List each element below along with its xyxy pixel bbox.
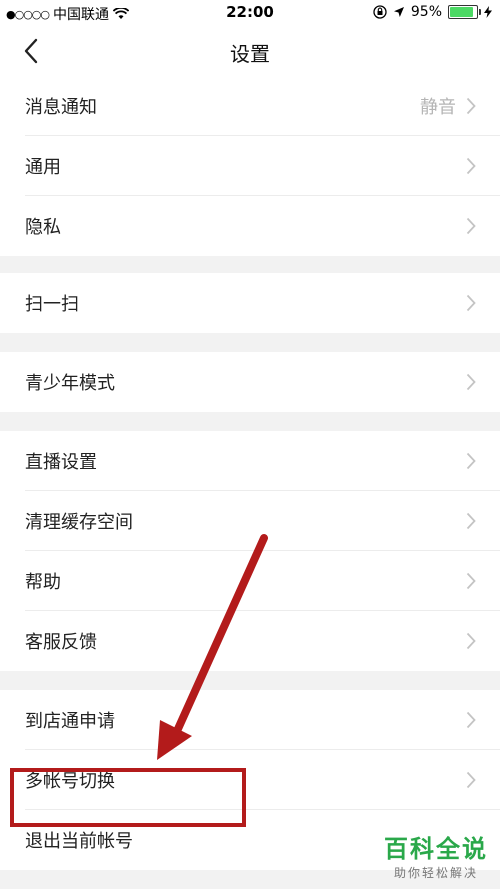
settings-item-label: 隐私	[25, 217, 61, 238]
settings-item-label: 通用	[25, 157, 61, 178]
annotation-highlight-box	[10, 768, 246, 827]
settings-item-label: 客服反馈	[25, 632, 97, 653]
settings-item-feedback[interactable]: 客服反馈	[0, 611, 500, 671]
settings-item-label: 清理缓存空间	[25, 512, 133, 533]
chevron-right-icon	[466, 97, 476, 115]
settings-item-teen-mode[interactable]: 青少年模式	[0, 352, 500, 412]
settings-item-store-application[interactable]: 到店通申请	[0, 690, 500, 750]
chevron-right-icon	[466, 452, 476, 470]
settings-item-label: 消息通知	[25, 97, 97, 118]
settings-item-notifications[interactable]: 消息通知 静音	[0, 76, 500, 136]
chevron-right-icon	[466, 711, 476, 729]
battery-tip	[479, 9, 481, 15]
chevron-right-icon	[466, 771, 476, 789]
settings-item-label: 帮助	[25, 572, 61, 593]
settings-item-label: 退出当前帐号	[25, 831, 133, 852]
chevron-right-icon	[466, 373, 476, 391]
watermark-logo: 百科全说 助你轻松解决	[384, 829, 488, 881]
settings-group-support: 直播设置 清理缓存空间 帮助 客服反馈	[0, 431, 500, 671]
settings-item-privacy[interactable]: 隐私	[0, 196, 500, 256]
chevron-right-icon	[466, 157, 476, 175]
battery-level	[450, 7, 473, 17]
navigation-bar: 设置	[0, 26, 500, 77]
settings-group-general: 消息通知 静音 通用 隐私	[0, 76, 500, 256]
notification-status-value: 静音	[420, 97, 456, 118]
status-bar: ●○○○○ 中国联通 22:00 95%	[0, 0, 500, 26]
chevron-right-icon	[466, 512, 476, 530]
watermark-title: 百科全说	[384, 835, 488, 863]
settings-item-label: 扫一扫	[25, 294, 79, 315]
watermark-subtitle: 助你轻松解决	[393, 866, 478, 880]
charging-bolt-icon	[484, 6, 492, 18]
settings-item-clear-cache[interactable]: 清理缓存空间	[0, 491, 500, 551]
settings-item-help[interactable]: 帮助	[0, 551, 500, 611]
settings-item-scan[interactable]: 扫一扫	[0, 273, 500, 333]
chevron-right-icon	[466, 572, 476, 590]
settings-group-teen: 青少年模式	[0, 352, 500, 412]
page-title: 设置	[230, 42, 270, 66]
battery-icon	[448, 5, 481, 19]
chevron-right-icon	[466, 294, 476, 312]
chevron-right-icon	[466, 632, 476, 650]
location-arrow-icon	[393, 7, 404, 17]
settings-item-general[interactable]: 通用	[0, 136, 500, 196]
settings-group-scan: 扫一扫	[0, 273, 500, 333]
settings-item-live-settings[interactable]: 直播设置	[0, 431, 500, 491]
chevron-right-icon	[466, 217, 476, 235]
settings-item-label: 直播设置	[25, 452, 97, 473]
rotation-lock-icon	[373, 5, 387, 19]
settings-item-label: 青少年模式	[25, 373, 115, 394]
status-right: 95%	[373, 4, 492, 20]
settings-item-label: 到店通申请	[25, 711, 115, 732]
battery-percent: 95%	[410, 4, 442, 20]
